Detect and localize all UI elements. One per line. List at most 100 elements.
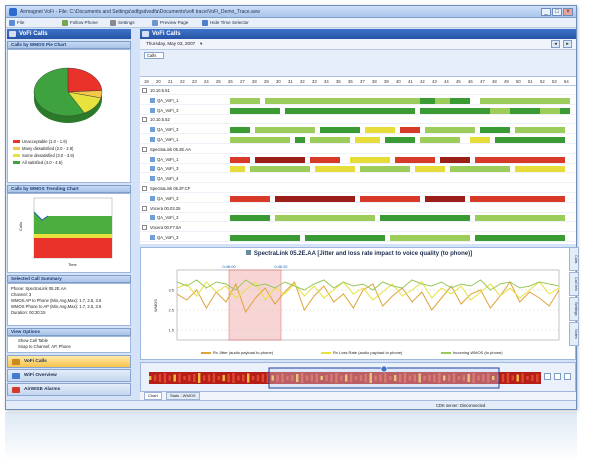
timeline-call-row[interactable]: QA_VoFi_1: [140, 96, 576, 105]
timeline-group-row[interactable]: 10.10.5.52: [140, 115, 576, 125]
timeline-group-row[interactable]: SpectraLink 05.2F.CF: [140, 184, 576, 193]
hour-tick: 33: [312, 79, 317, 84]
expand-icon[interactable]: [142, 146, 147, 152]
call-segment: [285, 107, 415, 114]
timeline-row-label: SpectraLink 05.2E.AA: [150, 146, 191, 152]
call-icon: [150, 137, 155, 142]
date-label[interactable]: Thursday, May 03, 2007: [146, 41, 195, 46]
overview-tick: [158, 374, 162, 382]
left-panel-header: VoFi Calls: [7, 29, 131, 39]
nav-vofi-calls[interactable]: VoFi Calls: [7, 355, 131, 368]
overview-tick: [516, 374, 519, 382]
y-tick-label: 1.5: [168, 328, 174, 333]
view-options-header[interactable]: View Options: [7, 328, 131, 336]
tab-stats-wmos[interactable]: Stats - WMOS: [166, 392, 200, 400]
timeline-group-row[interactable]: SpectraLink 05.2E.AA: [140, 145, 576, 154]
snap-to-channel-option[interactable]: Snap to Channel: AP, Phone: [8, 344, 130, 350]
title-bar: Airmagnet VoFi - File: C:\Documents and …: [6, 6, 576, 18]
hour-tick: 30: [276, 79, 281, 84]
file-menu[interactable]: File: [8, 19, 26, 27]
pie-chart-header[interactable]: Calls by WMOS Pie Chart: [7, 41, 131, 49]
nav-airwise-alarms[interactable]: AirWISE Alarms: [7, 383, 131, 396]
call-segment: [355, 137, 380, 143]
overview-tick: [232, 373, 235, 383]
right-panel-title: VoFi Calls: [152, 31, 181, 37]
hour-tick: 27: [240, 79, 245, 84]
timeline-call-row[interactable]: QA_VoFi_3: [140, 194, 576, 203]
timeline-call-row[interactable]: QA_VoFi_3: [140, 213, 576, 223]
call-segment: [425, 127, 475, 134]
timeline-group-row[interactable]: Vocera 00.03.25: [140, 204, 576, 213]
expand-icon[interactable]: [142, 186, 147, 191]
call-segment: [475, 215, 565, 222]
hour-tick: 21: [168, 79, 173, 84]
expand-icon[interactable]: [142, 225, 147, 231]
timeline-row-label: QA_VoFi_3: [157, 215, 179, 221]
jitter-legend: Rx Jitter (audio payload to phone) Rx Lo…: [201, 349, 531, 357]
summary-header[interactable]: Selected Call Summary: [7, 275, 131, 283]
timeline-call-row[interactable]: QA_VoFi_4: [140, 174, 576, 184]
side-tab-settings[interactable]: Settings: [569, 297, 579, 321]
timeline-call-row[interactable]: QA_VoFi_3: [140, 164, 576, 174]
call-segment: [365, 127, 395, 134]
side-tab-calls[interactable]: Calls: [569, 247, 579, 271]
hour-tick: 28: [252, 79, 257, 84]
timeline-row-label: QA_VoFi_4: [157, 176, 179, 182]
overview-tick: [207, 374, 211, 382]
timeline-call-row[interactable]: QA_VoFi_1: [140, 135, 576, 144]
follow-phone-button[interactable]: Follow Phone: [61, 19, 100, 27]
timeline-call-row[interactable]: QA_VoFi_3: [140, 125, 576, 135]
overview-strip[interactable]: [149, 366, 541, 390]
overview-tick: [536, 374, 539, 382]
maximize-button[interactable]: □: [552, 8, 562, 16]
close-button[interactable]: ×: [563, 8, 573, 16]
expand-icon[interactable]: [142, 205, 147, 211]
call-segment: [230, 195, 270, 202]
hour-tick: 40: [396, 79, 401, 84]
zoom-out-icon[interactable]: [554, 373, 561, 380]
fit-icon[interactable]: [564, 373, 571, 380]
call-segment: [540, 107, 560, 114]
preview-page-button[interactable]: Preview Page: [151, 19, 190, 27]
zoom-in-icon[interactable]: [544, 373, 551, 380]
nav-wifi-overview[interactable]: WiFi Overview: [7, 369, 131, 382]
call-icon: [150, 107, 155, 113]
hour-tick: 46: [468, 79, 473, 84]
preview-page-label: Preview Page: [160, 20, 189, 25]
legend-swatch: [201, 352, 211, 354]
legend-row: Some dissatisfied (3.0 - 3.9): [12, 152, 122, 159]
timeline-call-row[interactable]: QA_VoFi_3: [140, 106, 576, 115]
hour-tick: 25: [216, 79, 221, 84]
minimize-button[interactable]: _: [541, 8, 551, 16]
call-segment: [310, 156, 340, 163]
settings-button[interactable]: Settings: [109, 19, 137, 27]
tab-chart[interactable]: Chart: [144, 392, 162, 400]
overview-tick: [506, 373, 510, 383]
call-segment: [275, 195, 355, 202]
expand-icon[interactable]: [142, 117, 147, 123]
legend-swatch: [321, 352, 331, 354]
prev-arrow-icon[interactable]: ◂: [551, 40, 560, 48]
call-segment: [230, 137, 290, 143]
timeline-call-row[interactable]: QA_VoFi_1: [140, 155, 576, 164]
expand-icon[interactable]: [142, 88, 147, 93]
call-segment: [230, 215, 270, 222]
timeline-call-row[interactable]: QA_VoFi_3: [140, 233, 576, 242]
call-segment: [315, 166, 355, 173]
hour-tick: 34: [324, 79, 329, 84]
timeline-group-row[interactable]: 10.10.5.51: [140, 86, 576, 95]
call-segment: [415, 166, 445, 173]
next-arrow-icon[interactable]: ▸: [563, 40, 572, 48]
page: { "window": { "title": "Airmagnet VoFi -…: [0, 0, 590, 465]
side-tab-notes[interactable]: Notes: [569, 322, 579, 346]
view-dropdown[interactable]: Calls: [144, 52, 164, 59]
side-tab-call-info[interactable]: Call Info: [569, 272, 579, 296]
hide-time-selector-button[interactable]: Hide Time Selector: [201, 19, 251, 27]
trend-chart-header[interactable]: Calls by WMOS Trending Chart: [7, 185, 131, 193]
legend-label: Rx Loss Rate (audio payload to phone): [333, 350, 403, 355]
call-segment: [480, 97, 570, 104]
phone-icon: [62, 20, 68, 26]
timeline-group-row[interactable]: Vocera 00.F7.5A: [140, 223, 576, 233]
chevron-down-icon[interactable]: ▾: [200, 41, 202, 47]
call-segment: [425, 195, 465, 202]
